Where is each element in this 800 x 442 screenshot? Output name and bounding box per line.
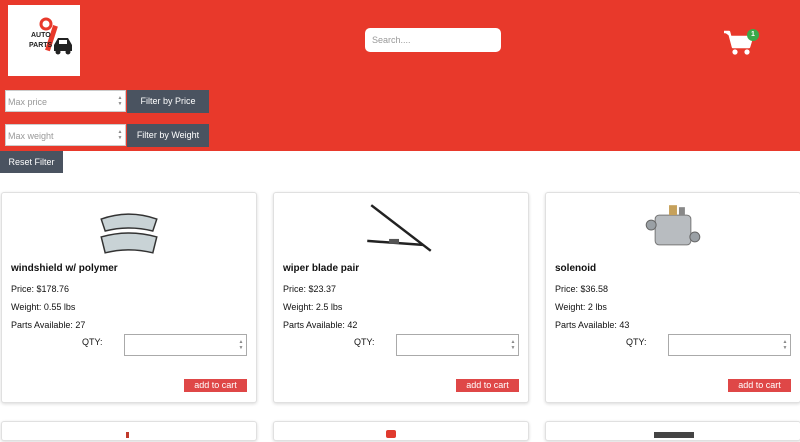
- qty-label: QTY:: [354, 337, 375, 347]
- reset-filter-button[interactable]: Reset Filter: [0, 151, 63, 173]
- filter-by-price-button[interactable]: Filter by Price: [127, 90, 209, 113]
- spinner-arrows-icon[interactable]: ▲ ▼: [510, 339, 516, 351]
- product-name: solenoid: [555, 263, 597, 274]
- product-card: [545, 421, 800, 441]
- logo-text-parts: PARTS: [29, 42, 53, 49]
- solenoid-icon: [645, 205, 701, 246]
- filter-by-weight-button[interactable]: Filter by Weight: [127, 124, 209, 147]
- product-availability: Parts Available: 27: [11, 320, 86, 330]
- product-name: windshield w/ polymer: [11, 263, 118, 274]
- qty-input[interactable]: ▲ ▼: [396, 334, 519, 356]
- spinner-arrows-icon[interactable]: ▲ ▼: [238, 339, 244, 351]
- logo-text-auto: AUTO: [31, 32, 51, 39]
- spinner-arrows-icon[interactable]: ▲ ▼: [782, 339, 788, 351]
- logo[interactable]: AUTO PARTS: [8, 5, 80, 76]
- max-weight-input[interactable]: Max weight ▲ ▼: [5, 124, 126, 146]
- add-to-cart-button[interactable]: add to cart: [184, 379, 247, 392]
- product-price: Price: $23.37: [283, 284, 337, 294]
- spinner-arrows-icon[interactable]: ▲ ▼: [117, 95, 123, 107]
- product-card: [1, 421, 257, 441]
- product-image-icon: [386, 430, 396, 438]
- cart-count-badge: 1: [747, 29, 759, 41]
- wiper-blade-icon: [367, 204, 432, 252]
- max-price-input[interactable]: Max price ▲ ▼: [5, 90, 126, 112]
- qty-input[interactable]: ▲ ▼: [124, 334, 247, 356]
- max-price-placeholder: Max price: [8, 97, 48, 107]
- product-card: windshield w/ polymer Price: $178.76 Wei…: [1, 192, 257, 403]
- max-weight-placeholder: Max weight: [8, 131, 54, 141]
- qty-input[interactable]: ▲ ▼: [668, 334, 791, 356]
- product-card: solenoid Price: $36.58 Weight: 2 lbs Par…: [545, 192, 800, 403]
- windshield-icon: [100, 213, 158, 254]
- header-bar: AUTO PARTS 1 Max price ▲▼ Filter by Pric…: [0, 0, 800, 151]
- product-weight: Weight: 2 lbs: [555, 302, 607, 312]
- add-to-cart-button[interactable]: add to cart: [456, 379, 519, 392]
- product-card: wiper blade pair Price: $23.37 Weight: 2…: [273, 192, 529, 403]
- product-availability: Parts Available: 42: [283, 320, 358, 330]
- product-image-icon: [126, 432, 129, 438]
- product-image-icon: [654, 432, 694, 438]
- add-to-cart-button[interactable]: add to cart: [728, 379, 791, 392]
- qty-label: QTY:: [626, 337, 647, 347]
- qty-label: QTY:: [82, 337, 103, 347]
- product-card: [273, 421, 529, 441]
- search-input[interactable]: [365, 28, 501, 52]
- product-weight: Weight: 2.5 lbs: [283, 302, 343, 312]
- product-name: wiper blade pair: [283, 263, 360, 274]
- car-icon: [54, 38, 72, 55]
- product-weight: Weight: 0.55 lbs: [11, 302, 76, 312]
- product-availability: Parts Available: 43: [555, 320, 630, 330]
- product-price: Price: $178.76: [11, 284, 70, 294]
- product-price: Price: $36.58: [555, 284, 609, 294]
- spinner-arrows-icon[interactable]: ▲ ▼: [117, 129, 123, 141]
